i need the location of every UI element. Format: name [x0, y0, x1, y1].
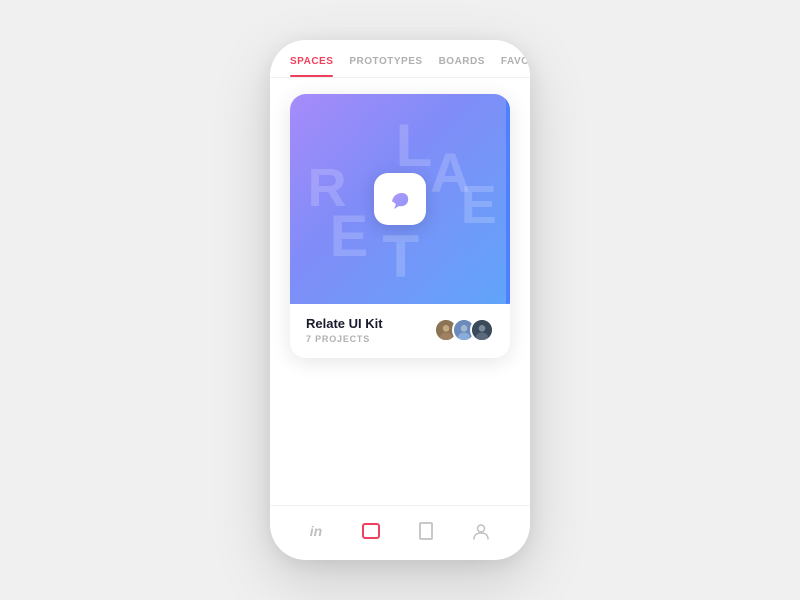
card-title: Relate UI Kit — [306, 316, 383, 331]
bottom-nav-tablet[interactable] — [415, 518, 437, 544]
tab-prototypes-label: PROTOTYPES — [349, 56, 422, 67]
card-peek-blue — [506, 94, 510, 304]
avatar-3 — [470, 318, 494, 342]
app-icon — [374, 173, 426, 225]
bg-letter-t: T — [382, 222, 419, 291]
content-area: R E L A T E — [270, 78, 530, 505]
project-card[interactable]: R E L A T E — [290, 94, 510, 358]
boards-icon — [362, 523, 380, 539]
tab-prototypes[interactable]: PROTOTYPES — [349, 56, 422, 77]
bottom-nav: in — [270, 505, 530, 560]
bg-letter-e2: E — [461, 174, 497, 236]
relate-logo-icon — [386, 185, 414, 213]
bottom-nav-profile[interactable] — [468, 518, 494, 544]
profile-icon — [472, 522, 490, 540]
card-text: Relate UI Kit 7 PROJECTS — [306, 316, 383, 344]
card-info: Relate UI Kit 7 PROJECTS — [290, 304, 510, 358]
tab-favorites-label: FAVORITES — [501, 56, 530, 67]
avatar-3-image — [472, 318, 492, 342]
nav-tabs: SPACES PROTOTYPES BOARDS FAVORITES — [270, 40, 530, 77]
bg-letter-e: E — [330, 203, 369, 270]
bottom-nav-boards[interactable] — [358, 519, 384, 543]
card-thumbnail: R E L A T E — [290, 94, 510, 304]
tablet-icon — [419, 522, 433, 540]
tab-spaces[interactable]: SPACES — [290, 56, 333, 77]
app-icon-inner — [385, 184, 415, 214]
bg-letter-l: L — [396, 111, 433, 180]
tab-spaces-label: SPACES — [290, 56, 333, 67]
phone-frame: SPACES PROTOTYPES BOARDS FAVORITES R E — [270, 40, 530, 560]
invision-icon: in — [310, 523, 322, 539]
tab-boards[interactable]: BOARDS — [439, 56, 485, 77]
tab-favorites[interactable]: FAVORITES — [501, 56, 530, 77]
card-subtitle: 7 PROJECTS — [306, 334, 383, 344]
tab-boards-label: BOARDS — [439, 56, 485, 67]
avatar-group — [434, 318, 494, 342]
bottom-nav-invision[interactable]: in — [306, 519, 326, 543]
